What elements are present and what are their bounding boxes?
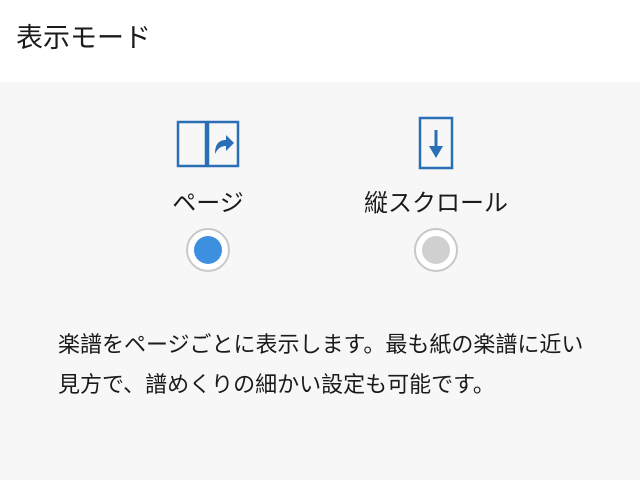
page-title: 表示モード [16,23,151,54]
radio-page-selected[interactable] [186,228,230,272]
option-label-vertical-scroll: 縦スクロール [364,189,508,217]
radio-vertical-scroll-unselected[interactable] [414,228,458,272]
header: 表示モード [0,0,640,82]
vertical-scroll-icon [418,116,454,170]
display-mode-panel: ページ 縦スクロール 楽譜をページごとに表示します。最も紙の楽譜に近い見方で、譜… [0,82,640,480]
option-vertical-scroll-mode[interactable]: 縦スクロール [326,82,546,282]
mode-description: 楽譜をページごとに表示します。最も紙の楽譜に近い見方で、譜めくりの細かい設定も可… [58,333,584,398]
radio-dot [422,236,450,264]
book-page-turn-icon [176,120,240,168]
option-label-page: ページ [172,189,244,217]
radio-dot [194,236,222,264]
option-page-mode[interactable]: ページ [98,82,318,282]
